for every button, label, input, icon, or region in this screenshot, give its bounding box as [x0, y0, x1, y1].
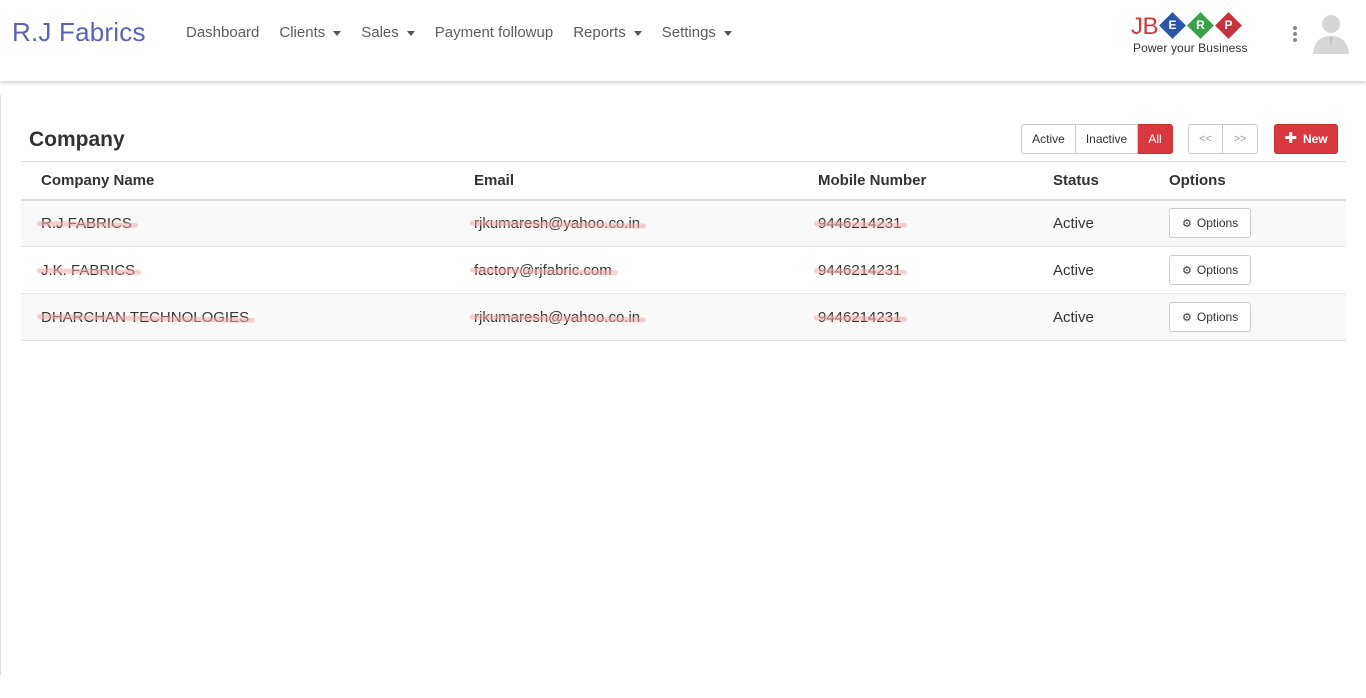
company-email: factory@rjfabric.com	[474, 261, 612, 279]
plus-icon: ✚	[1284, 130, 1297, 147]
options-label: Options	[1196, 216, 1239, 231]
header-company-name: Company Name	[21, 161, 453, 201]
company-name: DHARCHAN TECHNOLOGIES	[41, 308, 250, 326]
table-row: DHARCHAN TECHNOLOGIES rjkumaresh@yahoo.c…	[21, 293, 1346, 341]
status-cell: Active	[1033, 199, 1149, 247]
nav-settings[interactable]: Settings	[662, 24, 732, 41]
company-mobile: 9446214231	[818, 261, 902, 279]
options-cell: ⚙ Options	[1149, 199, 1346, 247]
caret-down-icon	[406, 31, 415, 36]
company-email: rjkumaresh@yahoo.co.in	[474, 308, 641, 326]
options-label: Options	[1196, 263, 1239, 277]
nav-sales[interactable]: Sales	[361, 24, 415, 41]
filter-all-button[interactable]: All	[1138, 124, 1173, 154]
caret-down-icon	[333, 31, 342, 36]
prev-page-button[interactable]: <<	[1188, 124, 1223, 154]
company-mobile: 9446214231	[818, 214, 902, 232]
top-navbar: R.J Fabrics Dashboard Clients Sales Paym…	[0, 0, 1366, 81]
logo-e-letter: E	[1168, 18, 1177, 32]
company-mobile: 9446214231	[818, 308, 902, 326]
jberp-logo: JB E R P Power your Business	[1131, 12, 1263, 58]
status-filter-group: Active Inactive All	[1021, 124, 1173, 154]
nav-payment-followup[interactable]: Payment followup	[435, 24, 553, 41]
logo-p-letter: P	[1224, 18, 1233, 32]
nav-dashboard-label: Dashboard	[186, 24, 260, 41]
page-title: Company	[29, 128, 125, 151]
filter-inactive-button[interactable]: Inactive	[1076, 124, 1138, 154]
nav-reports[interactable]: Reports	[573, 24, 642, 41]
company-email: rjkumaresh@yahoo.co.in	[474, 214, 641, 232]
logo-r-letter: R	[1196, 18, 1205, 32]
logo-r-diamond: R	[1187, 12, 1214, 39]
company-name-cell: J.K. FABRICS	[21, 246, 453, 294]
status-cell: Active	[1033, 293, 1149, 341]
next-page-button[interactable]: >>	[1223, 124, 1258, 154]
filter-active-button[interactable]: Active	[1021, 124, 1076, 154]
company-name-cell: DHARCHAN TECHNOLOGIES	[21, 293, 453, 341]
new-company-button[interactable]: ✚ New	[1274, 124, 1338, 154]
gear-icon: ⚙	[1182, 217, 1192, 230]
nav-clients-label: Clients	[279, 24, 326, 41]
row-options-button[interactable]: ⚙ Options	[1169, 208, 1252, 239]
email-cell: rjkumaresh@yahoo.co.in	[453, 293, 798, 341]
nav-reports-label: Reports	[573, 24, 626, 41]
mobile-cell: 9446214231	[798, 199, 1033, 247]
company-name: J.K. FABRICS	[41, 261, 136, 279]
more-menu-icon[interactable]	[1289, 25, 1301, 43]
company-name-cell: R.J FABRICS	[21, 199, 453, 247]
options-cell: ⚙ Options	[1149, 293, 1346, 341]
company-table: Company Name Email Mobile Number Status …	[21, 161, 1346, 341]
mobile-cell: 9446214231	[798, 293, 1033, 341]
table-header-row: Company Name Email Mobile Number Status …	[21, 161, 1346, 201]
nav-sales-label: Sales	[361, 24, 399, 41]
left-border	[0, 95, 1, 675]
email-cell: factory@rjfabric.com	[453, 246, 798, 294]
nav-dashboard[interactable]: Dashboard	[186, 24, 259, 41]
status-cell: Active	[1033, 246, 1149, 294]
options-cell: ⚙ Options	[1149, 246, 1346, 294]
header-mobile-number: Mobile Number	[798, 161, 1033, 201]
header-status: Status	[1033, 161, 1149, 201]
gear-icon: ⚙	[1182, 311, 1192, 324]
row-options-button[interactable]: ⚙ Options	[1169, 302, 1252, 332]
options-label: Options	[1196, 310, 1239, 324]
table-row: R.J FABRICS rjkumaresh@yahoo.co.in 94462…	[21, 199, 1346, 247]
nav-clients[interactable]: Clients	[279, 24, 342, 41]
table-row: J.K. FABRICS factory@rjfabric.com 944621…	[21, 246, 1346, 294]
nav-payment-followup-label: Payment followup	[434, 24, 554, 41]
app-brand[interactable]: R.J Fabrics	[12, 17, 146, 48]
header-email: Email	[453, 161, 798, 201]
caret-down-icon	[723, 31, 732, 36]
logo-e-diamond: E	[1159, 12, 1186, 39]
nav-settings-label: Settings	[661, 24, 716, 41]
pager-group: << >>	[1188, 124, 1258, 154]
row-options-button[interactable]: ⚙ Options	[1169, 255, 1252, 285]
main-nav: Dashboard Clients Sales Payment followup…	[186, 24, 752, 41]
logo-tagline: Power your Business	[1133, 41, 1248, 55]
user-avatar-icon[interactable]	[1311, 11, 1351, 54]
new-button-label: New	[1302, 132, 1328, 146]
gear-icon: ⚙	[1182, 264, 1192, 277]
company-name: R.J FABRICS	[41, 214, 132, 232]
email-cell: rjkumaresh@yahoo.co.in	[453, 199, 798, 247]
header-options: Options	[1149, 161, 1346, 201]
logo-p-diamond: P	[1215, 12, 1242, 39]
mobile-cell: 9446214231	[798, 246, 1033, 294]
caret-down-icon	[633, 31, 642, 36]
logo-jb-text: JB	[1131, 13, 1159, 40]
